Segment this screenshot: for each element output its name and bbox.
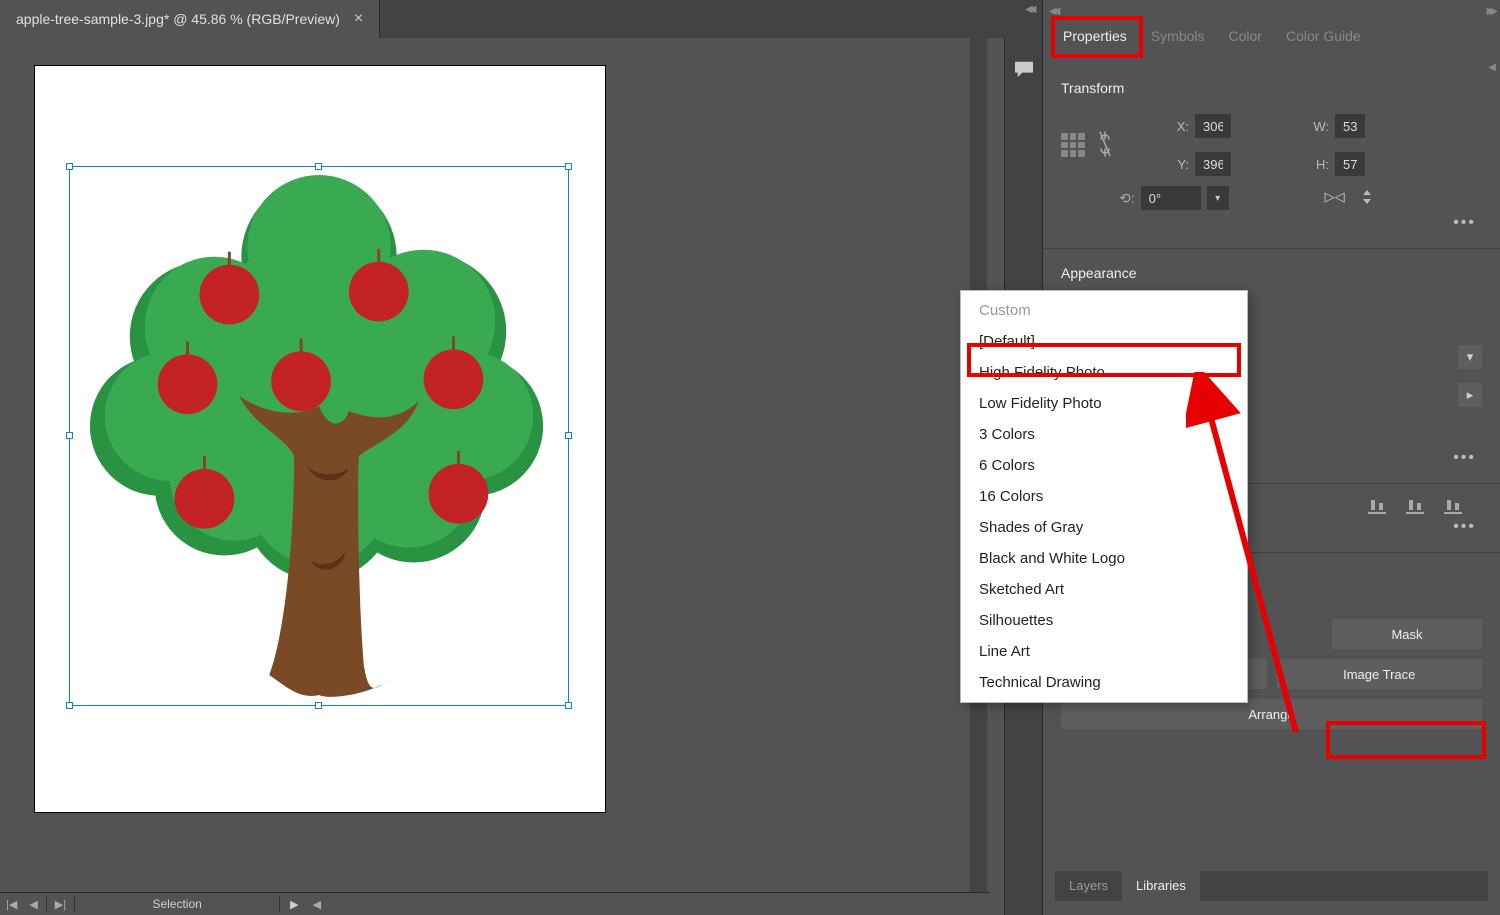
align-top-icon[interactable] — [1444, 500, 1462, 514]
selection-handle[interactable] — [565, 163, 572, 170]
y-label: Y: — [1119, 157, 1191, 172]
placed-image-apple-tree[interactable] — [70, 167, 568, 705]
image-trace-preset-dropdown: Custom [Default] High Fidelity Photo Low… — [960, 290, 1248, 703]
scroll-left-icon[interactable]: ◀ — [307, 898, 327, 911]
flip-horizontal-icon[interactable]: ▷◁ — [1325, 189, 1345, 208]
panel-expand-icon[interactable]: ▶▶ — [1487, 6, 1494, 17]
tab-layers[interactable]: Layers — [1055, 871, 1122, 901]
selection-handle[interactable] — [66, 163, 73, 170]
constrain-proportions-icon[interactable] — [1095, 130, 1115, 161]
x-input[interactable] — [1195, 114, 1231, 138]
selection-handle[interactable] — [66, 432, 73, 439]
panel-tab-group: Properties Symbols Color Color Guide — [1043, 16, 1500, 56]
selection-handle[interactable] — [66, 702, 73, 709]
tool-mode-label: Selection — [77, 897, 277, 911]
x-label: X: — [1119, 119, 1191, 134]
tab-color[interactable]: Color — [1217, 18, 1274, 54]
document-tab-title: apple-tree-sample-3.jpg* @ 45.86 % (RGB/… — [16, 11, 340, 27]
status-bar: |◀ ◀ ▶| Selection ▶ ◀ — [0, 892, 990, 915]
preset-default[interactable]: [Default] — [961, 326, 1247, 357]
image-trace-button[interactable]: Image Trace — [1277, 659, 1483, 689]
selection-handle[interactable] — [565, 432, 572, 439]
selection-handle[interactable] — [315, 702, 322, 709]
preset-3-colors[interactable]: 3 Colors — [961, 419, 1247, 450]
preset-silhouettes[interactable]: Silhouettes — [961, 605, 1247, 636]
align-bottom-icon[interactable] — [1368, 500, 1386, 514]
next-artboard-icon[interactable]: ▶| — [49, 898, 72, 911]
y-input[interactable] — [1195, 152, 1231, 176]
section-title-transform: Transform — [1061, 80, 1482, 96]
reference-point-selector[interactable] — [1061, 133, 1091, 157]
preset-sketched-art[interactable]: Sketched Art — [961, 574, 1247, 605]
prev-artboard-icon[interactable]: ◀ — [23, 898, 43, 911]
canvas-area[interactable] — [0, 38, 990, 860]
preset-line-art[interactable]: Line Art — [961, 636, 1247, 667]
more-options-icon[interactable]: ••• — [1061, 214, 1482, 232]
play-icon[interactable]: ▶ — [282, 898, 306, 911]
preset-16-colors[interactable]: 16 Colors — [961, 481, 1247, 512]
preset-technical-drawing[interactable]: Technical Drawing — [961, 667, 1247, 698]
height-input[interactable] — [1335, 152, 1365, 176]
selection-handle[interactable] — [315, 163, 322, 170]
selection-bounding-box[interactable] — [69, 166, 569, 706]
mask-button[interactable]: Mask — [1332, 619, 1482, 649]
section-title-appearance: Appearance — [1061, 265, 1482, 281]
preset-shades-of-gray[interactable]: Shades of Gray — [961, 512, 1247, 543]
w-label: W: — [1259, 119, 1331, 134]
tab-color-guide[interactable]: Color Guide — [1274, 18, 1373, 54]
tab-libraries[interactable]: Libraries — [1122, 871, 1200, 901]
rotation-input[interactable] — [1141, 186, 1201, 210]
h-label: H: — [1259, 157, 1331, 172]
preset-high-fidelity-photo[interactable]: High Fidelity Photo — [961, 357, 1247, 388]
expand-options-icon[interactable]: ▸ — [1458, 383, 1482, 407]
flip-vertical-icon[interactable] — [1359, 189, 1375, 208]
comment-panel-icon[interactable] — [1013, 60, 1035, 78]
panel-grip-icon[interactable]: ◀◀ — [1049, 6, 1056, 17]
selection-handle[interactable] — [565, 702, 572, 709]
tab-properties[interactable]: Properties — [1051, 18, 1139, 54]
preset-dropdown-icon[interactable]: ▾ — [1458, 345, 1482, 369]
first-artboard-icon[interactable]: |◀ — [0, 898, 23, 911]
arrange-button[interactable]: Arrange — [1061, 699, 1482, 729]
document-tab[interactable]: apple-tree-sample-3.jpg* @ 45.86 % (RGB/… — [0, 0, 380, 38]
bottom-panel-tabs: Layers Libraries — [1055, 871, 1488, 901]
rotate-icon: ⟲: — [1119, 190, 1135, 207]
dropdown-header: Custom — [961, 295, 1247, 326]
preset-low-fidelity-photo[interactable]: Low Fidelity Photo — [961, 388, 1247, 419]
panel-collapse-icon[interactable]: ◀◀ — [1025, 4, 1032, 15]
artboard — [35, 66, 605, 812]
preset-black-and-white-logo[interactable]: Black and White Logo — [961, 543, 1247, 574]
rotation-dropdown-icon[interactable]: ▾ — [1207, 186, 1229, 210]
align-vertical-center-icon[interactable] — [1406, 500, 1424, 514]
tab-symbols[interactable]: Symbols — [1139, 18, 1217, 54]
preset-6-colors[interactable]: 6 Colors — [961, 450, 1247, 481]
width-input[interactable] — [1335, 114, 1365, 138]
close-tab-icon[interactable]: × — [354, 10, 363, 28]
